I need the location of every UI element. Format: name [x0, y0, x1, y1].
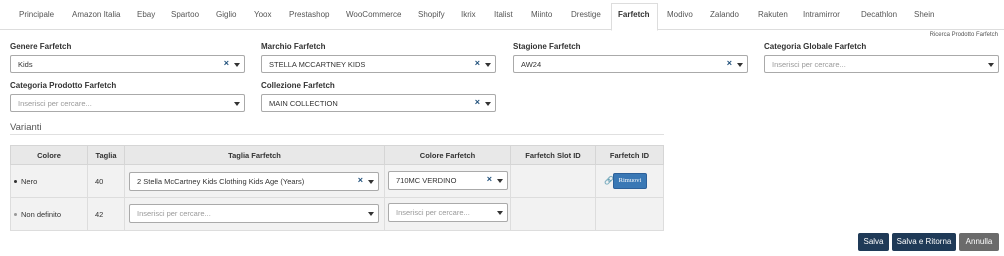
rimuovi-button[interactable]: Rimuovi: [613, 173, 647, 189]
cell-farfetch-id: [595, 197, 664, 231]
tab-zalando[interactable]: Zalando: [710, 10, 739, 19]
marchio-value: STELLA MCCARTNEY KIDS: [269, 60, 366, 69]
colore-farfetch-select[interactable]: 710MC VERDINO ×: [388, 171, 508, 190]
marchio-label: Marchio Farfetch: [261, 42, 326, 51]
cell-taglia-farfetch: 2 Stella McCartney Kids Clothing Kids Ag…: [124, 164, 385, 198]
cell-colore: Nero: [10, 164, 88, 198]
row-taglia-value: 42: [95, 210, 104, 219]
taglia-farfetch-select[interactable]: 2 Stella McCartney Kids Clothing Kids Ag…: [129, 172, 379, 191]
chevron-down-icon[interactable]: [497, 211, 503, 215]
chevron-down-icon[interactable]: [737, 63, 743, 67]
row-taglia-value: 40: [95, 177, 104, 186]
tab-miinto[interactable]: Miinto: [531, 10, 552, 19]
tab-principale[interactable]: Principale: [19, 10, 54, 19]
varianti-table: Colore Taglia Taglia Farfetch Colore Far…: [10, 145, 664, 231]
chevron-down-icon[interactable]: [368, 180, 374, 184]
bullet-icon: [14, 213, 17, 216]
varianti-title: Varianti: [10, 122, 42, 133]
categoria-globale-label: Categoria Globale Farfetch: [764, 42, 867, 51]
taglia-farfetch-placeholder: Inserisci per cercare...: [137, 209, 211, 218]
tab-drestige[interactable]: Drestige: [571, 10, 601, 19]
tab-decathlon[interactable]: Decathlon: [861, 10, 897, 19]
cell-slot-id: [510, 164, 596, 198]
cell-taglia-farfetch: Inserisci per cercare...: [124, 197, 385, 231]
clear-icon[interactable]: ×: [475, 58, 480, 68]
marchio-select[interactable]: STELLA MCCARTNEY KIDS ×: [261, 55, 496, 73]
chevron-down-icon[interactable]: [485, 63, 491, 67]
ricerca-prodotto-link[interactable]: Ricerca Prodotto Farfetch: [930, 32, 998, 38]
chevron-down-icon[interactable]: [485, 102, 491, 106]
categoria-prodotto-label: Categoria Prodotto Farfetch: [10, 81, 117, 90]
tab-rakuten[interactable]: Rakuten: [758, 10, 788, 19]
cell-farfetch-id: 🔗 Rimuovi: [595, 164, 664, 198]
clear-icon[interactable]: ×: [727, 58, 732, 68]
genere-select[interactable]: Kids ×: [10, 55, 245, 73]
chevron-down-icon[interactable]: [234, 63, 240, 67]
chevron-down-icon[interactable]: [988, 63, 994, 67]
collezione-value: MAIN COLLECTION: [269, 99, 338, 108]
categoria-prodotto-placeholder: Inserisci per cercare...: [18, 99, 92, 108]
categoria-prodotto-select[interactable]: Inserisci per cercare...: [10, 94, 245, 112]
cell-taglia: 42: [87, 197, 125, 231]
tab-yoox[interactable]: Yoox: [254, 10, 272, 19]
header-farfetch-id: Farfetch ID: [595, 145, 664, 165]
genere-label: Genere Farfetch: [10, 42, 72, 51]
cell-colore-farfetch: 710MC VERDINO ×: [384, 164, 511, 198]
collezione-label: Collezione Farfetch: [261, 81, 335, 90]
table-row: Non definito 42 Inserisci per cercare...…: [10, 197, 664, 231]
chevron-down-icon[interactable]: [497, 179, 503, 183]
genere-value: Kids: [18, 60, 33, 69]
tab-amazon-italia[interactable]: Amazon Italia: [72, 10, 120, 19]
header-colore: Colore: [10, 145, 88, 165]
salva-e-ritorna-button[interactable]: Salva e Ritorna: [892, 233, 956, 251]
header-taglia-farfetch: Taglia Farfetch: [124, 145, 385, 165]
annulla-button[interactable]: Annulla: [959, 233, 999, 251]
cell-colore-farfetch: Inserisci per cercare...: [384, 197, 511, 231]
tab-modivo[interactable]: Modivo: [667, 10, 693, 19]
clear-icon[interactable]: ×: [224, 58, 229, 68]
varianti-divider: [10, 134, 664, 135]
tab-farfetch[interactable]: Farfetch: [618, 10, 650, 19]
categoria-globale-select[interactable]: Inserisci per cercare...: [764, 55, 999, 73]
header-colore-farfetch: Colore Farfetch: [384, 145, 511, 165]
cell-colore: Non definito: [10, 197, 88, 231]
colore-farfetch-select[interactable]: Inserisci per cercare...: [388, 203, 508, 222]
stagione-select[interactable]: AW24 ×: [513, 55, 748, 73]
chevron-down-icon[interactable]: [234, 102, 240, 106]
tab-shein[interactable]: Shein: [914, 10, 934, 19]
stagione-value: AW24: [521, 60, 542, 69]
chevron-down-icon[interactable]: [368, 212, 374, 216]
table-row: Nero 40 2 Stella McCartney Kids Clothing…: [10, 164, 664, 198]
tab-spartoo[interactable]: Spartoo: [171, 10, 199, 19]
tab-ebay[interactable]: Ebay: [137, 10, 155, 19]
taglia-farfetch-value: 2 Stella McCartney Kids Clothing Kids Ag…: [137, 177, 305, 186]
cell-slot-id: [510, 197, 596, 231]
row-colore-value: Nero: [21, 177, 38, 186]
header-taglia: Taglia: [87, 145, 125, 165]
tab-shopify[interactable]: Shopify: [418, 10, 445, 19]
tab-giglio[interactable]: Giglio: [216, 10, 236, 19]
bullet-icon: [14, 180, 17, 183]
collezione-select[interactable]: MAIN COLLECTION ×: [261, 94, 496, 112]
marketplace-tabs: Principale Amazon Italia Ebay Spartoo Gi…: [0, 0, 1004, 31]
row-colore-value: Non definito: [21, 210, 62, 219]
tab-italist[interactable]: Italist: [494, 10, 513, 19]
tab-woocommerce[interactable]: WooCommerce: [346, 10, 401, 19]
colore-farfetch-placeholder: Inserisci per cercare...: [396, 208, 470, 217]
tab-prestashop[interactable]: Prestashop: [289, 10, 329, 19]
header-slot-id: Farfetch Slot ID: [510, 145, 596, 165]
table-header-row: Colore Taglia Taglia Farfetch Colore Far…: [10, 145, 664, 165]
stagione-label: Stagione Farfetch: [513, 42, 581, 51]
colore-farfetch-value: 710MC VERDINO: [396, 176, 457, 185]
clear-icon[interactable]: ×: [358, 175, 363, 185]
tab-ikrix[interactable]: Ikrix: [461, 10, 476, 19]
salva-button[interactable]: Salva: [858, 233, 889, 251]
clear-icon[interactable]: ×: [487, 174, 492, 184]
categoria-globale-placeholder: Inserisci per cercare...: [772, 60, 846, 69]
taglia-farfetch-select[interactable]: Inserisci per cercare...: [129, 204, 379, 223]
clear-icon[interactable]: ×: [475, 97, 480, 107]
cell-taglia: 40: [87, 164, 125, 198]
tab-intramirror[interactable]: Intramirror: [803, 10, 840, 19]
